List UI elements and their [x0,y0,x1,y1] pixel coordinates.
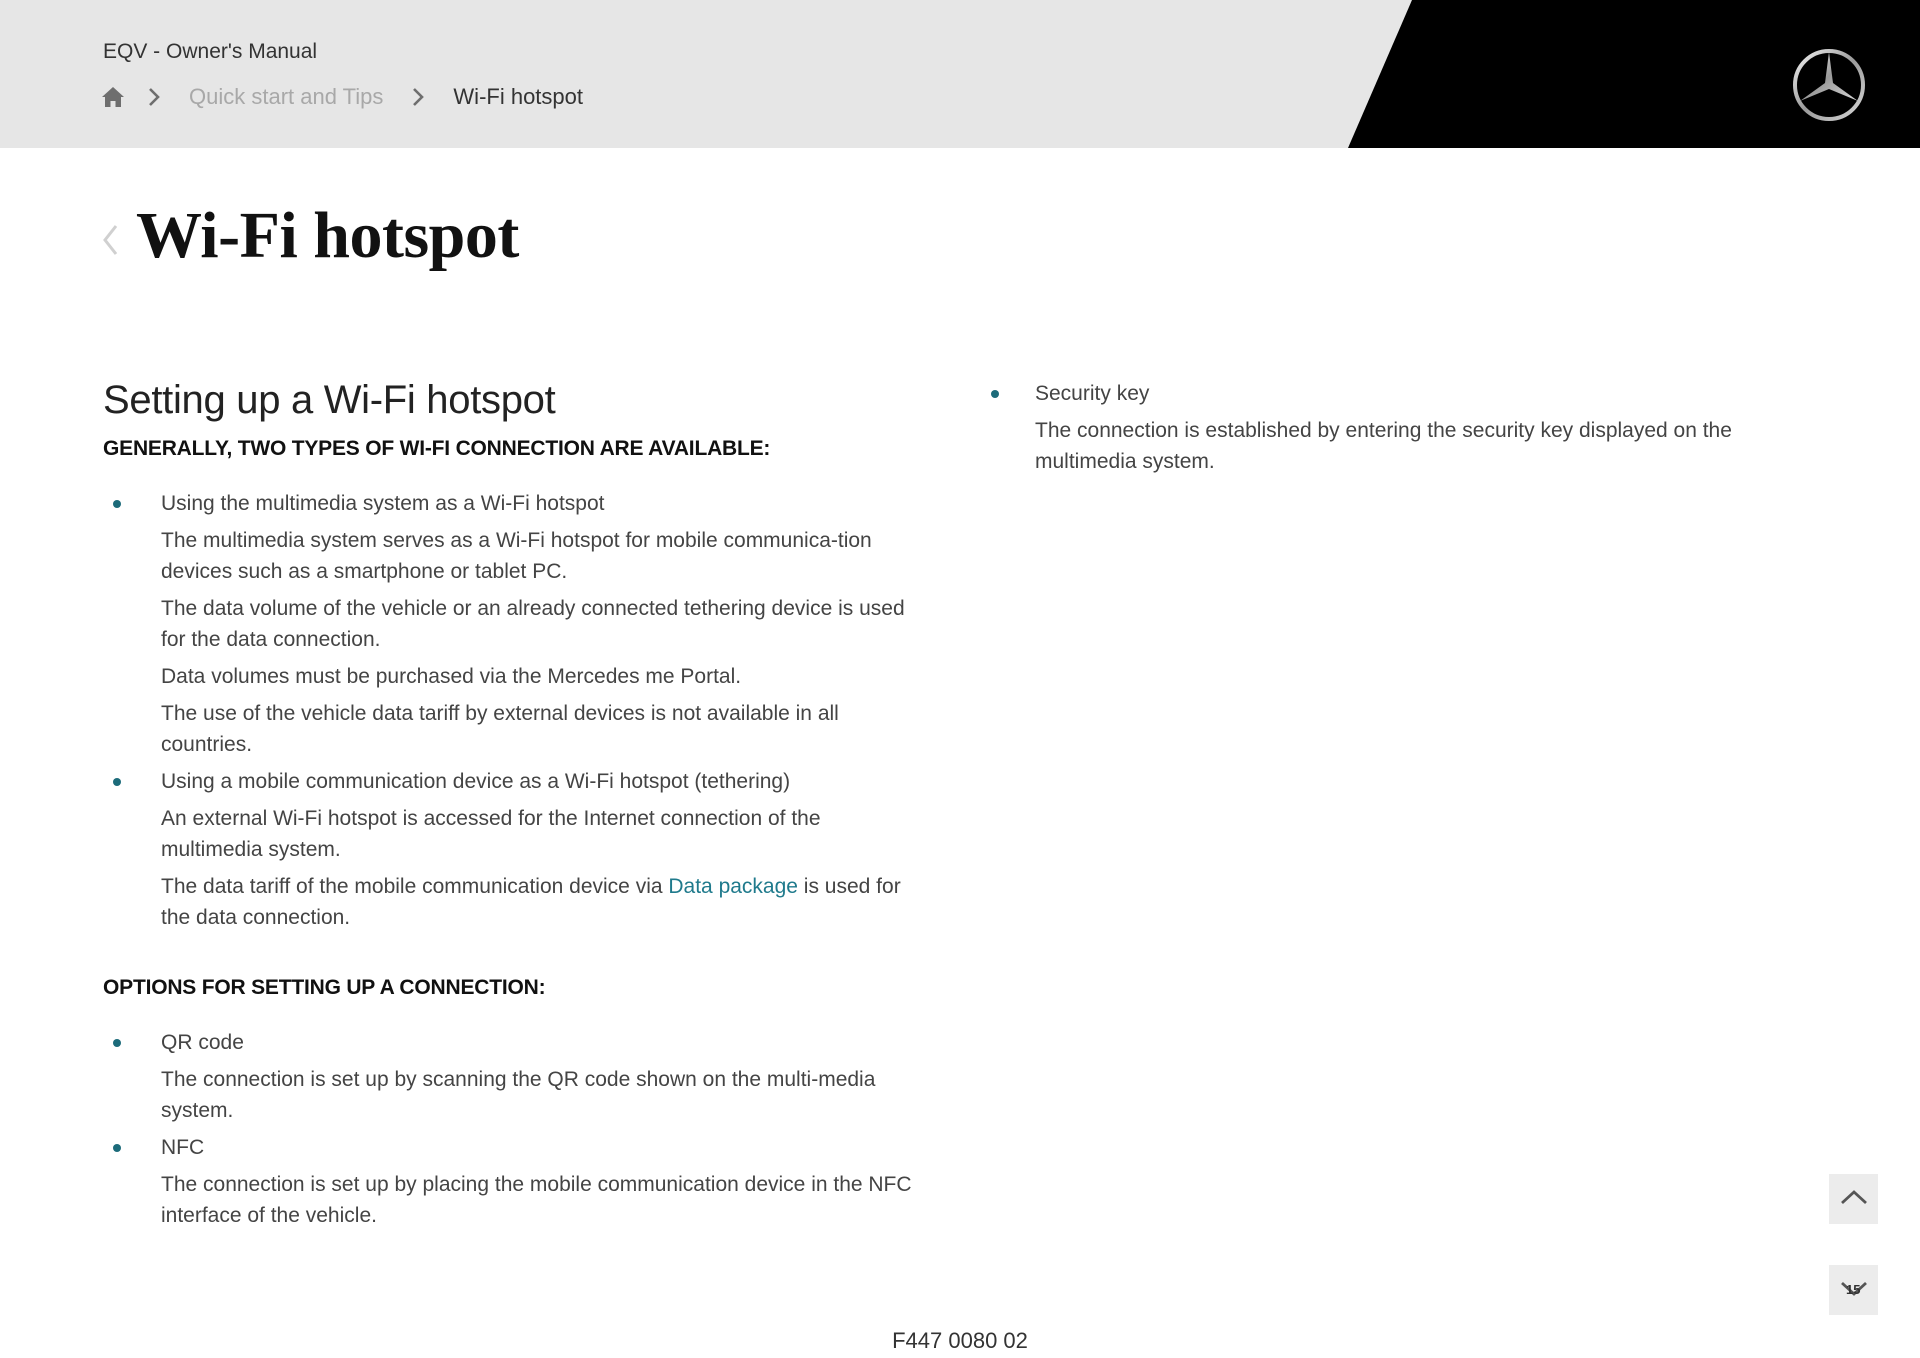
list-item: Security key The connection is establish… [991,378,1811,477]
section-heading: Setting up a Wi-Fi hotspot [103,378,556,422]
item-title: Using a mobile communication device as a… [161,770,791,793]
breadcrumb: Quick start and Tips Wi-Fi hotspot [101,82,583,112]
item-paragraph: The use of the vehicle data tariff by ex… [161,702,839,756]
item-paragraph: An external Wi-Fi hotspot is accessed fo… [161,807,821,861]
footer-code: F447 0080 02 [892,1328,1028,1353]
bullet-icon [113,1039,121,1047]
breadcrumb-link-quick-start[interactable]: Quick start and Tips [189,84,383,110]
list-item: Using the multimedia system as a Wi-Fi h… [103,488,923,760]
scroll-down-button[interactable]: 15 [1829,1265,1878,1315]
item-paragraph: The connection is set up by scanning the… [161,1068,876,1122]
item-paragraph: The multimedia system serves as a Wi-Fi … [161,529,872,583]
home-icon[interactable] [101,86,125,108]
item-title: Using the multimedia system as a Wi-Fi h… [161,492,605,515]
content-left-column: Setting up a Wi-Fi hotspot GENERALLY, TW… [103,372,923,1237]
page-number: 15 [1846,1282,1861,1297]
item-paragraph: The data tariff of the mobile communicat… [161,871,921,933]
item-title: Security key [1035,382,1150,405]
content-right-column: Security key The connection is establish… [991,378,1811,483]
item-paragraph: Data volumes must be purchased via the M… [161,665,742,688]
bullet-icon [113,500,121,508]
item-title: QR code [161,1031,244,1054]
data-package-link[interactable]: Data package [668,875,798,898]
item-paragraph: The connection is established by enterin… [1035,419,1732,473]
chevron-right-icon [147,87,161,107]
chevron-left-icon[interactable] [100,222,120,258]
connection-types-heading: GENERALLY, TWO TYPES OF WI-FI CONNECTION… [103,437,771,460]
bullet-icon [991,390,999,398]
setup-options-list: QR code The connection is set up by scan… [103,1027,923,1231]
paragraph-text: The data tariff of the mobile communicat… [161,875,669,898]
chevron-right-icon [411,87,425,107]
scroll-up-button[interactable] [1829,1174,1878,1224]
item-paragraph: The data volume of the vehicle or an alr… [161,597,905,651]
list-item: NFC The connection is set up by placing … [103,1132,923,1231]
bullet-icon [113,778,121,786]
brand-panel [1348,0,1920,148]
setup-options-heading: OPTIONS FOR SETTING UP A CONNECTION: [103,976,546,999]
mercedes-star-logo[interactable] [1790,46,1868,124]
breadcrumb-current: Wi-Fi hotspot [453,84,584,109]
item-paragraph: The connection is set up by placing the … [161,1173,912,1227]
list-item: Using a mobile communication device as a… [103,766,923,933]
list-item: QR code The connection is set up by scan… [103,1027,923,1126]
header-bar: EQV - Owner's Manual Quick start and Tip… [0,0,1920,148]
bullet-icon [113,1144,121,1152]
manual-title: EQV - Owner's Manual [103,40,318,63]
chevron-up-icon [1839,1188,1869,1211]
connection-types-list: Using the multimedia system as a Wi-Fi h… [103,488,923,933]
setup-options-list-continued: Security key The connection is establish… [991,378,1811,477]
item-title: NFC [161,1136,205,1159]
page-title: Wi-Fi hotspot [136,199,519,272]
